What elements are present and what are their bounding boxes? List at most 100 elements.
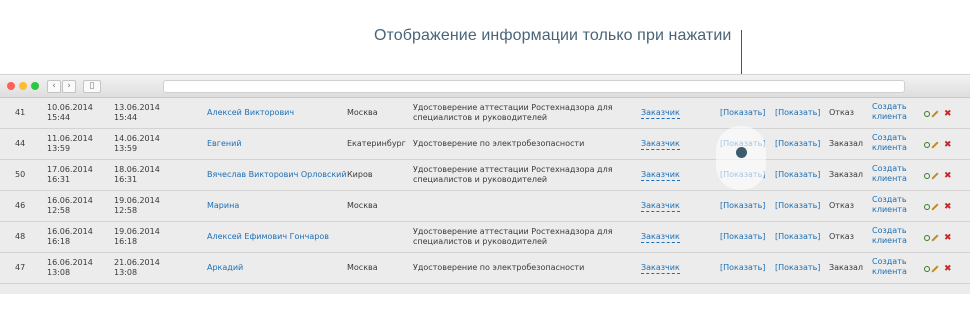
role-link[interactable]: Заказчик <box>641 263 680 274</box>
delete-icon[interactable]: ✖ <box>944 172 952 181</box>
view-icon[interactable] <box>924 235 930 241</box>
status: Заказал <box>829 263 864 272</box>
edit-icon[interactable] <box>931 203 939 211</box>
back-button[interactable]: ‹ <box>47 80 61 93</box>
show-button-1[interactable]: [Показать] <box>720 108 765 118</box>
client-name[interactable]: Алексей Ефимович Гончаров <box>207 232 329 242</box>
show-button-2[interactable]: [Показать] <box>775 263 820 273</box>
updated-date: 13.06.2014 <box>114 103 160 112</box>
create-client-link-line1[interactable]: Создать <box>872 164 907 174</box>
city: Екатеринбург <box>347 139 406 148</box>
delete-icon[interactable]: ✖ <box>944 265 952 274</box>
callout-dot <box>736 147 747 158</box>
create-client-link-line1[interactable]: Создать <box>872 226 907 236</box>
city: Москва <box>347 108 378 117</box>
close-window-button[interactable] <box>7 82 15 90</box>
create-client-link-line2[interactable]: клиента <box>872 143 907 153</box>
service-line-2: специалистов и руководителей <box>413 113 548 122</box>
role-link[interactable]: Заказчик <box>641 201 680 212</box>
delete-icon[interactable]: ✖ <box>944 110 952 119</box>
service-line-2: специалистов и руководителей <box>413 175 548 184</box>
chevron-right-icon: › <box>67 81 71 91</box>
edit-icon[interactable] <box>931 110 939 118</box>
forward-button[interactable]: › <box>62 80 76 93</box>
created-date: 16.06.2014 <box>47 258 93 267</box>
created-time: 16:31 <box>47 175 71 184</box>
browser-window: ‹ › ▯ 41 10.06.2014 15:44 13.06.2014 15:44 Ал… <box>0 74 970 294</box>
create-client-link-line2[interactable]: клиента <box>872 205 907 215</box>
title-bar: ‹ › ▯ <box>0 74 970 98</box>
show-button-1[interactable]: [Показать] <box>720 232 765 242</box>
updated-time: 13:59 <box>114 144 138 153</box>
delete-icon[interactable]: ✖ <box>944 203 952 212</box>
edit-icon[interactable] <box>931 172 939 180</box>
show-button-1[interactable]: [Показать] <box>720 263 765 273</box>
edit-icon[interactable] <box>931 141 939 149</box>
delete-icon[interactable]: ✖ <box>944 234 952 243</box>
table-row: 46 16.06.2014 12:58 19.06.2014 12:58 Марина Мо… <box>0 191 970 222</box>
client-name[interactable]: Алексей Викторович <box>207 108 294 118</box>
city: Киров <box>347 170 373 179</box>
created-time: 12:58 <box>47 206 71 215</box>
created-time: 16:18 <box>47 237 71 246</box>
address-bar[interactable] <box>163 80 905 93</box>
service-line-1: Удостоверение по электробезопасности <box>413 263 585 272</box>
create-client-link-line1[interactable]: Создать <box>872 102 907 112</box>
show-button-2[interactable]: [Показать] <box>775 108 820 118</box>
orders-table: 41 10.06.2014 15:44 13.06.2014 15:44 Алексей … <box>0 98 970 284</box>
updated-time: 13:08 <box>114 268 138 277</box>
client-name[interactable]: Вячеслав Викторович Орловский <box>207 170 347 180</box>
client-name[interactable]: Евгений <box>207 139 242 149</box>
created-date: 16.06.2014 <box>47 196 93 205</box>
create-client-link-line1[interactable]: Создать <box>872 257 907 267</box>
row-id: 48 <box>15 232 26 241</box>
client-name[interactable]: Аркадий <box>207 263 243 273</box>
table-row: 47 16.06.2014 13:08 21.06.2014 13:08 Аркадий М… <box>0 253 970 284</box>
role-link[interactable]: Заказчик <box>641 232 680 243</box>
updated-time: 15:44 <box>114 113 138 122</box>
create-client-link-line2[interactable]: клиента <box>872 174 907 184</box>
status: Заказал <box>829 170 864 179</box>
service-line-1: Удостоверение аттестации Ростехнадзора д… <box>413 103 613 112</box>
table-row: 50 17.06.2014 16:31 18.06.2014 16:31 Вячеслав… <box>0 160 970 191</box>
delete-icon[interactable]: ✖ <box>944 141 952 150</box>
role-link[interactable]: Заказчик <box>641 108 680 119</box>
create-client-link-line1[interactable]: Создать <box>872 195 907 205</box>
show-button-2[interactable]: [Показать] <box>775 201 820 211</box>
role-link[interactable]: Заказчик <box>641 139 680 150</box>
create-client-link-line2[interactable]: клиента <box>872 236 907 246</box>
show-button-1[interactable]: [Показать] <box>720 201 765 211</box>
view-icon[interactable] <box>924 204 930 210</box>
service-line-1: Удостоверение по электробезопасности <box>413 139 585 148</box>
role-link[interactable]: Заказчик <box>641 170 680 181</box>
updated-date: 19.06.2014 <box>114 196 160 205</box>
create-client-link-line2[interactable]: клиента <box>872 267 907 277</box>
maximize-window-button[interactable] <box>31 82 39 90</box>
minimize-window-button[interactable] <box>19 82 27 90</box>
view-icon[interactable] <box>924 173 930 179</box>
created-time: 13:08 <box>47 268 71 277</box>
client-name[interactable]: Марина <box>207 201 239 211</box>
show-button-2[interactable]: [Показать] <box>775 170 820 180</box>
updated-date: 14.06.2014 <box>114 134 160 143</box>
created-time: 15:44 <box>47 113 71 122</box>
table-row: 48 16.06.2014 16:18 19.06.2014 16:18 Алексей … <box>0 222 970 253</box>
city: Москва <box>347 263 378 272</box>
sidebar-toggle-button[interactable]: ▯ <box>83 80 101 93</box>
annotation-text: Отображение информации только при нажати… <box>374 27 732 44</box>
show-button-2[interactable]: [Показать] <box>775 139 820 149</box>
table-row: 41 10.06.2014 15:44 13.06.2014 15:44 Алексей … <box>0 98 970 129</box>
sidebar-icon: ▯ <box>89 81 95 91</box>
view-icon[interactable] <box>924 266 930 272</box>
status: Отказ <box>829 108 854 117</box>
edit-icon[interactable] <box>931 265 939 273</box>
row-id: 41 <box>15 108 26 117</box>
create-client-link-line2[interactable]: клиента <box>872 112 907 122</box>
edit-icon[interactable] <box>931 234 939 242</box>
view-icon[interactable] <box>924 142 930 148</box>
create-client-link-line1[interactable]: Создать <box>872 133 907 143</box>
updated-date: 19.06.2014 <box>114 227 160 236</box>
show-button-2[interactable]: [Показать] <box>775 232 820 242</box>
updated-date: 21.06.2014 <box>114 258 160 267</box>
view-icon[interactable] <box>924 111 930 117</box>
